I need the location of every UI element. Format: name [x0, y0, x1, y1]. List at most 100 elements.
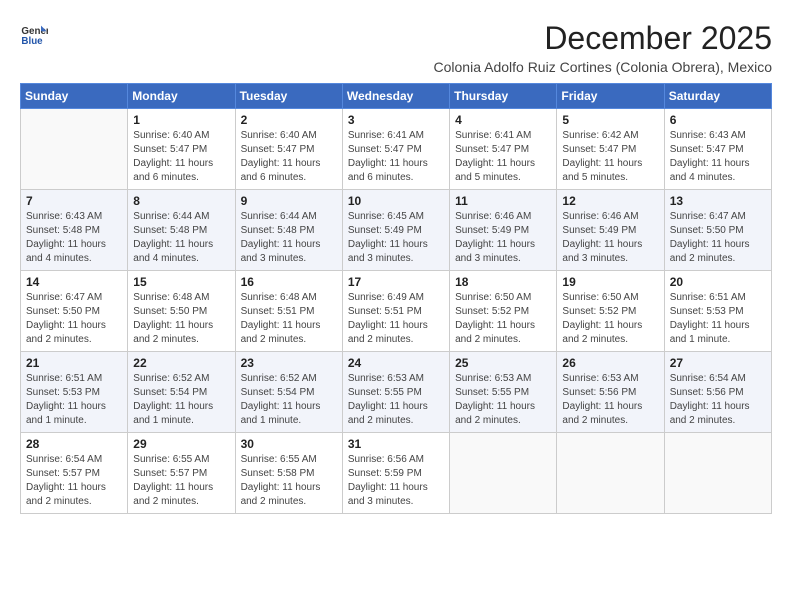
- calendar-cell: [664, 433, 771, 514]
- day-info: Sunrise: 6:44 AMSunset: 5:48 PMDaylight:…: [241, 210, 337, 266]
- weekday-header-thursday: Thursday: [450, 84, 557, 109]
- calendar-cell: 6Sunrise: 6:43 AMSunset: 5:47 PMDaylight…: [664, 109, 771, 190]
- calendar-cell: 2Sunrise: 6:40 AMSunset: 5:47 PMDaylight…: [235, 109, 342, 190]
- day-number: 29: [133, 437, 229, 451]
- day-number: 16: [241, 275, 337, 289]
- day-number: 31: [348, 437, 444, 451]
- calendar-cell: 28 Sunrise: 6:54 AMSunset: 5:57 PMDayligh…: [21, 433, 128, 514]
- day-number: 20: [670, 275, 766, 289]
- title-block: December 2025 Colonia Adolfo Ruiz Cortin…: [434, 20, 772, 75]
- calendar-cell: 22 Sunrise: 6:52 AMSunset: 5:54 PMDayligh…: [128, 352, 235, 433]
- weekday-header-sunday: Sunday: [21, 84, 128, 109]
- logo: General Blue: [20, 20, 48, 48]
- day-info: Sunrise: 6:50 AMSunset: 5:52 PMDaylight:…: [562, 291, 658, 347]
- day-info: Sunrise: 6:45 AMSunset: 5:49 PMDaylight:…: [348, 210, 444, 266]
- day-number: 27: [670, 356, 766, 370]
- day-number: 14: [26, 275, 122, 289]
- day-number: 28: [26, 437, 122, 451]
- weekday-header-friday: Friday: [557, 84, 664, 109]
- day-info: Sunrise: 6:54 AMSunset: 5:57 PMDaylight:…: [26, 453, 122, 509]
- day-info: Sunrise: 6:54 AMSunset: 5:56 PMDaylight:…: [670, 372, 766, 428]
- day-number: 24: [348, 356, 444, 370]
- calendar-cell: 19 Sunrise: 6:50 AMSunset: 5:52 PMDayligh…: [557, 271, 664, 352]
- calendar-week-row: 1 Sunrise: 6:40 AMSunset: 5:47 PMDaylight…: [21, 109, 772, 190]
- calendar-cell: 29Sunrise: 6:55 AMSunset: 5:57 PMDayligh…: [128, 433, 235, 514]
- day-info: Sunrise: 6:42 AMSunset: 5:47 PMDaylight:…: [562, 129, 658, 185]
- day-info: Sunrise: 6:44 AMSunset: 5:48 PMDaylight:…: [133, 210, 229, 266]
- day-number: 5: [562, 113, 658, 127]
- day-number: 11: [455, 194, 551, 208]
- calendar-cell: 27 Sunrise: 6:54 AMSunset: 5:56 PMDayligh…: [664, 352, 771, 433]
- day-info: Sunrise: 6:52 AMSunset: 5:54 PMDaylight:…: [241, 372, 337, 428]
- day-info: Sunrise: 6:52 AMSunset: 5:54 PMDaylight:…: [133, 372, 229, 428]
- weekday-header-tuesday: Tuesday: [235, 84, 342, 109]
- day-number: 15: [133, 275, 229, 289]
- calendar-cell: 8Sunrise: 6:44 AMSunset: 5:48 PMDaylight…: [128, 190, 235, 271]
- day-info: Sunrise: 6:46 AMSunset: 5:49 PMDaylight:…: [455, 210, 551, 266]
- day-info: Sunrise: 6:40 AMSunset: 5:47 PMDaylight:…: [133, 129, 229, 185]
- page-header: General Blue December 2025 Colonia Adolf…: [20, 20, 772, 75]
- calendar-cell: 13 Sunrise: 6:47 AMSunset: 5:50 PMDayligh…: [664, 190, 771, 271]
- day-number: 21: [26, 356, 122, 370]
- day-number: 23: [241, 356, 337, 370]
- calendar-cell: [450, 433, 557, 514]
- calendar-week-row: 7 Sunrise: 6:43 AMSunset: 5:48 PMDaylight…: [21, 190, 772, 271]
- calendar-cell: 10Sunrise: 6:45 AMSunset: 5:49 PMDayligh…: [342, 190, 449, 271]
- day-info: Sunrise: 6:53 AMSunset: 5:56 PMDaylight:…: [562, 372, 658, 428]
- day-info: Sunrise: 6:41 AMSunset: 5:47 PMDaylight:…: [348, 129, 444, 185]
- day-info: Sunrise: 6:50 AMSunset: 5:52 PMDaylight:…: [455, 291, 551, 347]
- weekday-header-monday: Monday: [128, 84, 235, 109]
- calendar-header-row: SundayMondayTuesdayWednesdayThursdayFrid…: [21, 84, 772, 109]
- location-subtitle: Colonia Adolfo Ruiz Cortines (Colonia Ob…: [434, 59, 772, 75]
- calendar-cell: 15 Sunrise: 6:48 AMSunset: 5:50 PMDayligh…: [128, 271, 235, 352]
- day-info: Sunrise: 6:48 AMSunset: 5:51 PMDaylight:…: [241, 291, 337, 347]
- day-number: 7: [26, 194, 122, 208]
- calendar-cell: 1 Sunrise: 6:40 AMSunset: 5:47 PMDaylight…: [128, 109, 235, 190]
- day-info: Sunrise: 6:51 AMSunset: 5:53 PMDaylight:…: [26, 372, 122, 428]
- calendar-cell: 31 Sunrise: 6:56 AMSunset: 5:59 PMDayligh…: [342, 433, 449, 514]
- day-info: Sunrise: 6:48 AMSunset: 5:50 PMDaylight:…: [133, 291, 229, 347]
- calendar-cell: 16 Sunrise: 6:48 AMSunset: 5:51 PMDayligh…: [235, 271, 342, 352]
- day-number: 12: [562, 194, 658, 208]
- calendar-week-row: 28 Sunrise: 6:54 AMSunset: 5:57 PMDayligh…: [21, 433, 772, 514]
- day-number: 18: [455, 275, 551, 289]
- day-info: Sunrise: 6:49 AMSunset: 5:51 PMDaylight:…: [348, 291, 444, 347]
- calendar-cell: [21, 109, 128, 190]
- calendar-cell: 18 Sunrise: 6:50 AMSunset: 5:52 PMDayligh…: [450, 271, 557, 352]
- calendar-cell: 5 Sunrise: 6:42 AMSunset: 5:47 PMDaylight…: [557, 109, 664, 190]
- month-title: December 2025: [434, 20, 772, 57]
- weekday-header-saturday: Saturday: [664, 84, 771, 109]
- calendar-cell: 4Sunrise: 6:41 AMSunset: 5:47 PMDaylight…: [450, 109, 557, 190]
- svg-text:Blue: Blue: [21, 36, 43, 47]
- day-info: Sunrise: 6:47 AMSunset: 5:50 PMDaylight:…: [670, 210, 766, 266]
- day-number: 30: [241, 437, 337, 451]
- calendar-table: SundayMondayTuesdayWednesdayThursdayFrid…: [20, 83, 772, 514]
- day-number: 13: [670, 194, 766, 208]
- calendar-cell: 21 Sunrise: 6:51 AMSunset: 5:53 PMDayligh…: [21, 352, 128, 433]
- day-number: 19: [562, 275, 658, 289]
- calendar-cell: 3 Sunrise: 6:41 AMSunset: 5:47 PMDaylight…: [342, 109, 449, 190]
- calendar-cell: 24 Sunrise: 6:53 AMSunset: 5:55 PMDayligh…: [342, 352, 449, 433]
- calendar-cell: 30 Sunrise: 6:55 AMSunset: 5:58 PMDayligh…: [235, 433, 342, 514]
- day-info: Sunrise: 6:55 AMSunset: 5:58 PMDaylight:…: [241, 453, 337, 509]
- logo-icon: General Blue: [20, 20, 48, 48]
- day-number: 17: [348, 275, 444, 289]
- day-number: 3: [348, 113, 444, 127]
- day-info: Sunrise: 6:51 AMSunset: 5:53 PMDaylight:…: [670, 291, 766, 347]
- day-info: Sunrise: 6:56 AMSunset: 5:59 PMDaylight:…: [348, 453, 444, 509]
- day-number: 1: [133, 113, 229, 127]
- calendar-cell: 7 Sunrise: 6:43 AMSunset: 5:48 PMDaylight…: [21, 190, 128, 271]
- day-info: Sunrise: 6:43 AMSunset: 5:47 PMDaylight:…: [670, 129, 766, 185]
- day-number: 22: [133, 356, 229, 370]
- day-info: Sunrise: 6:43 AMSunset: 5:48 PMDaylight:…: [26, 210, 122, 266]
- calendar-cell: 12Sunrise: 6:46 AMSunset: 5:49 PMDayligh…: [557, 190, 664, 271]
- day-number: 26: [562, 356, 658, 370]
- calendar-cell: 25Sunrise: 6:53 AMSunset: 5:55 PMDayligh…: [450, 352, 557, 433]
- day-number: 2: [241, 113, 337, 127]
- calendar-cell: 20 Sunrise: 6:51 AMSunset: 5:53 PMDayligh…: [664, 271, 771, 352]
- day-info: Sunrise: 6:53 AMSunset: 5:55 PMDaylight:…: [348, 372, 444, 428]
- day-number: 25: [455, 356, 551, 370]
- calendar-week-row: 14 Sunrise: 6:47 AMSunset: 5:50 PMDayligh…: [21, 271, 772, 352]
- day-info: Sunrise: 6:47 AMSunset: 5:50 PMDaylight:…: [26, 291, 122, 347]
- calendar-body: 1 Sunrise: 6:40 AMSunset: 5:47 PMDaylight…: [21, 109, 772, 514]
